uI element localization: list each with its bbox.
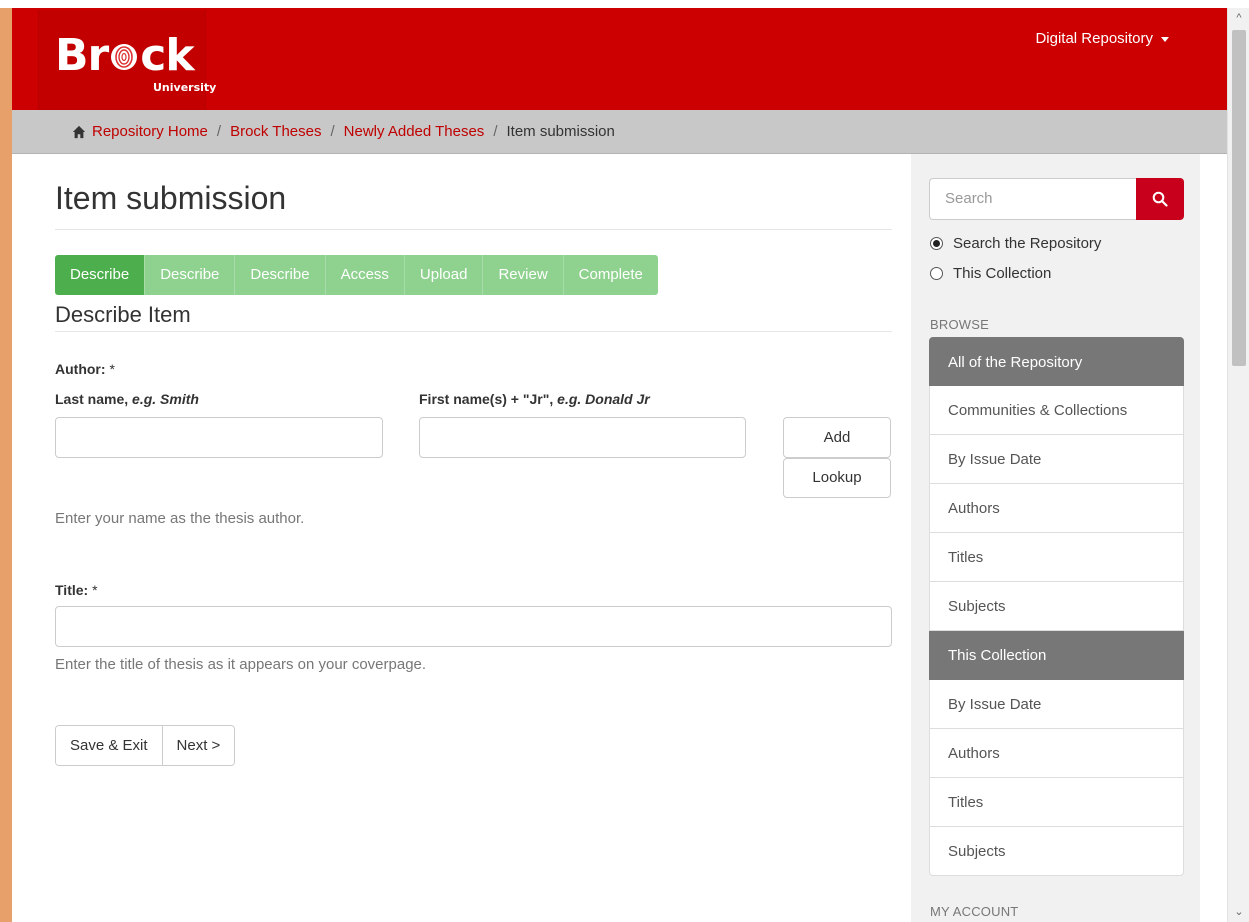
section-divider [55, 331, 892, 332]
browse-heading: BROWSE [930, 317, 989, 332]
browse-heading-repository[interactable]: All of the Repository [929, 337, 1184, 386]
step-complete[interactable]: Complete [563, 255, 658, 295]
save-exit-button[interactable]: Save & Exit [56, 726, 162, 765]
last-name-label: Last name, e.g. Smith [55, 391, 199, 407]
radio-unchecked-icon[interactable] [930, 267, 943, 280]
collection-by-issue-date[interactable]: By Issue Date [929, 680, 1184, 729]
browse-list: All of the Repository Communities & Coll… [929, 337, 1184, 876]
browse-heading-collection[interactable]: This Collection [929, 631, 1184, 680]
scroll-up-icon[interactable]: ^ [1228, 10, 1249, 26]
home-icon [72, 125, 86, 138]
collection-subjects[interactable]: Subjects [929, 827, 1184, 876]
section-title: Describe Item [55, 302, 191, 327]
title-label: Title: * [55, 582, 98, 598]
step-access[interactable]: Access [325, 255, 405, 295]
caret-down-icon [1161, 37, 1169, 42]
site-header: Br ck University Digital Repository [12, 8, 1227, 110]
scope-repository-option[interactable]: Search the Repository [930, 235, 1101, 252]
first-name-label: First name(s) + "Jr", e.g. Donald Jr [419, 391, 650, 407]
author-label: Author: * [55, 361, 115, 377]
next-button[interactable]: Next > [161, 726, 235, 765]
repo-menu-label: Digital Repository [1035, 30, 1153, 47]
breadcrumb-newly-added-theses[interactable]: Newly Added Theses [344, 123, 485, 140]
brock-logo[interactable]: Br ck University [38, 10, 216, 110]
step-describe-2[interactable]: Describe [145, 255, 236, 295]
logo-wordmark: Br ck [55, 30, 195, 81]
form-actions: Save & Exit Next > [55, 725, 236, 766]
first-name-input[interactable] [419, 417, 746, 458]
title-help-text: Enter the title of thesis as it appears … [55, 656, 427, 673]
vertical-scrollbar[interactable]: ^ ⌄ [1227, 8, 1249, 922]
logo-fingerprint-icon [111, 44, 138, 70]
breadcrumb: Repository Home / Brock Theses / Newly A… [12, 110, 1227, 154]
search-icon [1152, 191, 1168, 207]
collection-titles[interactable]: Titles [929, 778, 1184, 827]
scroll-down-icon[interactable]: ⌄ [1228, 904, 1249, 920]
breadcrumb-current: Item submission [506, 123, 615, 140]
search-button[interactable] [1136, 178, 1184, 220]
breadcrumb-brock-theses[interactable]: Brock Theses [230, 123, 321, 140]
scope-collection-option[interactable]: This Collection [930, 265, 1051, 282]
breadcrumb-repository-home[interactable]: Repository Home [92, 123, 208, 140]
breadcrumb-separator: / [493, 123, 498, 140]
step-describe-3[interactable]: Describe [235, 255, 326, 295]
browse-by-issue-date[interactable]: By Issue Date [929, 435, 1184, 484]
breadcrumb-separator: / [330, 123, 335, 140]
breadcrumb-separator: / [216, 123, 222, 140]
digital-repository-menu[interactable]: Digital Repository [1035, 30, 1169, 47]
step-review[interactable]: Review [483, 255, 564, 295]
browse-authors[interactable]: Authors [929, 484, 1184, 533]
browse-titles[interactable]: Titles [929, 533, 1184, 582]
title-divider [55, 229, 892, 230]
required-marker: * [92, 582, 98, 598]
window-left-border [0, 8, 12, 922]
scroll-thumb[interactable] [1232, 30, 1246, 366]
submission-progress: Describe Describe Describe Access Upload… [55, 255, 658, 295]
browse-communities-collections[interactable]: Communities & Collections [929, 386, 1184, 435]
last-name-input[interactable] [55, 417, 383, 458]
window-top-strip [0, 0, 1249, 8]
author-help-text: Enter your name as the thesis author. [55, 510, 305, 527]
logo-subtitle: University [153, 81, 217, 94]
page-title: Item submission [55, 180, 287, 216]
collection-authors[interactable]: Authors [929, 729, 1184, 778]
title-input[interactable] [55, 606, 892, 647]
scope-repository-label: Search the Repository [953, 235, 1102, 252]
step-upload[interactable]: Upload [404, 255, 484, 295]
required-marker: * [109, 361, 115, 377]
radio-checked-icon[interactable] [930, 237, 943, 250]
add-author-button[interactable]: Add [783, 417, 891, 458]
browse-subjects[interactable]: Subjects [929, 582, 1184, 631]
lookup-author-button[interactable]: Lookup [783, 458, 891, 498]
my-account-heading: MY ACCOUNT [930, 904, 1019, 919]
step-describe-1[interactable]: Describe [55, 255, 146, 295]
search-input[interactable]: Search [929, 178, 1137, 220]
scope-collection-label: This Collection [953, 265, 1052, 282]
